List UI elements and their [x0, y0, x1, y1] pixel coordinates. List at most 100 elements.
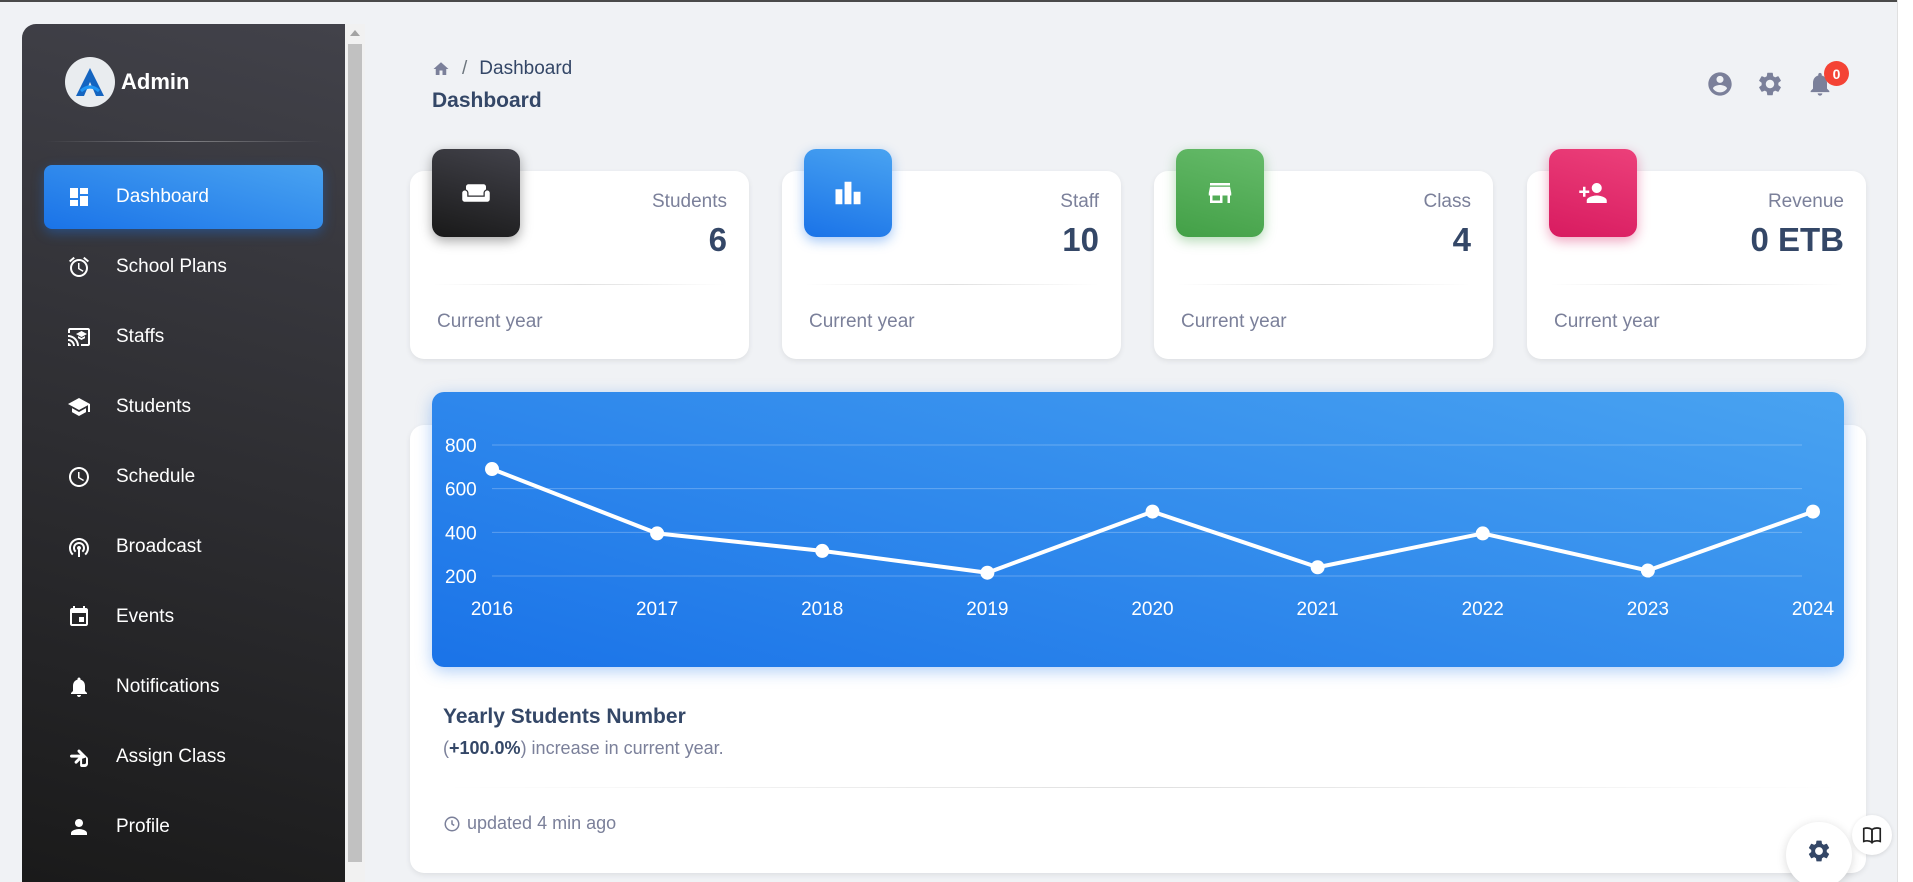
- data-point: [815, 543, 830, 558]
- sidebar-item-staffs[interactable]: Staffs: [44, 305, 323, 369]
- alarm-clock-icon: [66, 254, 92, 280]
- podcast-icon: [66, 534, 92, 560]
- breadcrumb-separator: /: [462, 58, 468, 79]
- sidebar-nav: Dashboard School Plans Staffs Students S…: [44, 165, 323, 865]
- data-point: [485, 462, 499, 477]
- notifications-bell-icon[interactable]: 0: [1806, 61, 1849, 98]
- sidebar-item-label: Students: [116, 396, 191, 417]
- series-line: [490, 467, 1815, 575]
- data-point: [1806, 504, 1820, 519]
- data-point: [650, 526, 665, 541]
- sidebar-item-dashboard[interactable]: Dashboard: [44, 165, 323, 229]
- person-add-icon: [1549, 149, 1637, 237]
- sidebar: Admin Dashboard School Plans Staffs Stud…: [22, 24, 345, 882]
- sidebar-item-schedule[interactable]: Schedule: [44, 445, 323, 509]
- sidebar-item-label: Dashboard: [116, 186, 209, 207]
- sidebar-item-broadcast[interactable]: Broadcast: [44, 515, 323, 579]
- book-icon: [1862, 827, 1882, 844]
- sidebar-item-assign-class[interactable]: Assign Class: [44, 725, 323, 789]
- settings-gear-icon[interactable]: [1756, 70, 1784, 98]
- store-icon: [1176, 149, 1264, 237]
- class-card: Class 4 Current year: [1154, 149, 1493, 359]
- x-tick-label: 2024: [1792, 599, 1835, 620]
- students-card: Students 6 Current year: [410, 149, 749, 359]
- scroll-up-arrow-icon[interactable]: [350, 30, 360, 36]
- card-value: 10: [1062, 221, 1099, 258]
- revenue-card: Revenue 0 ETB Current year: [1527, 149, 1866, 359]
- graduation-cap-icon: [66, 394, 92, 420]
- sidebar-item-students[interactable]: Students: [44, 375, 323, 439]
- sidebar-item-label: Broadcast: [116, 536, 202, 557]
- chart-title: Yearly Students Number: [443, 705, 686, 728]
- card-divider: [1176, 284, 1471, 285]
- bell-icon: [66, 674, 92, 700]
- card-label: Students: [652, 191, 727, 212]
- chart-updated-text: updated 4 min ago: [467, 813, 617, 833]
- y-tick-label: 800: [445, 436, 477, 457]
- sidebar-item-label: Notifications: [116, 676, 220, 697]
- account-icon[interactable]: [1706, 70, 1734, 98]
- brand[interactable]: Admin: [65, 57, 189, 107]
- x-tick-label: 2021: [1296, 599, 1338, 620]
- x-tick-label: 2019: [966, 599, 1008, 620]
- sidebar-item-label: Schedule: [116, 466, 196, 487]
- chart-subtitle-suffix: ) increase in current year.: [520, 738, 724, 758]
- notification-count-badge: 0: [1824, 61, 1849, 86]
- y-tick-label: 200: [445, 567, 477, 588]
- data-point: [1310, 560, 1325, 575]
- x-tick-label: 2016: [471, 599, 513, 620]
- x-tick-label: 2023: [1627, 599, 1669, 620]
- x-tick-label: 2020: [1131, 599, 1173, 620]
- breadcrumb-current: Dashboard: [479, 58, 573, 79]
- card-footer: Current year: [437, 311, 543, 332]
- settings-gear-icon: [1808, 840, 1830, 862]
- weekend-icon: [432, 149, 520, 237]
- x-tick-label: 2017: [636, 599, 678, 620]
- sidebar-item-school-plans[interactable]: School Plans: [44, 235, 323, 299]
- page-title: Dashboard: [432, 89, 542, 112]
- x-tick-label: 2022: [1462, 599, 1504, 620]
- scrollbar-thumb[interactable]: [348, 44, 362, 862]
- staff-card: Staff 10 Current year: [782, 149, 1121, 359]
- chart-subtitle-highlight: +100.0%: [449, 738, 521, 758]
- card-label: Revenue: [1767, 191, 1844, 212]
- page-scrollbar[interactable]: [1897, 0, 1913, 882]
- card-divider: [432, 284, 727, 285]
- card-value: 6: [708, 221, 727, 258]
- sidebar-item-notifications[interactable]: Notifications: [44, 655, 323, 719]
- data-point: [1475, 526, 1490, 541]
- card-divider: [804, 284, 1099, 285]
- calendar-event-icon: [66, 604, 92, 630]
- home-icon[interactable]: [432, 60, 450, 78]
- sidebar-item-label: Events: [116, 606, 175, 627]
- person-icon: [66, 814, 92, 840]
- clock-icon: [444, 816, 460, 831]
- sidebar-item-profile[interactable]: Profile: [44, 795, 323, 859]
- leaderboard-icon: [804, 149, 892, 237]
- card-label: Class: [1423, 191, 1471, 212]
- card-footer: Current year: [809, 311, 915, 332]
- cast-for-education-icon: [66, 324, 92, 350]
- card-divider: [1549, 284, 1844, 285]
- data-point: [1145, 504, 1160, 519]
- y-tick-label: 400: [445, 523, 477, 544]
- sidebar-item-events[interactable]: Events: [44, 585, 323, 649]
- chart-divider: [443, 787, 1843, 788]
- sidebar-item-label: Profile: [116, 816, 170, 837]
- y-tick-label: 600: [445, 480, 477, 501]
- clock-icon: [66, 464, 92, 490]
- reader-button[interactable]: [1852, 815, 1892, 855]
- chart-subtitle: (+100.0%) increase in current year.: [443, 738, 724, 759]
- header-actions: 0: [1706, 61, 1849, 98]
- card-footer: Current year: [1181, 311, 1287, 332]
- data-point: [980, 565, 995, 580]
- yearly-students-chart: 200 400 600 800 2016 2017 2018 2019 2020 2021 2022…: [432, 392, 1844, 667]
- card-label: Staff: [1060, 191, 1099, 212]
- sidebar-item-label: School Plans: [116, 256, 227, 277]
- brand-name: Admin: [121, 69, 190, 94]
- dashboard-icon: [66, 184, 92, 210]
- breadcrumb: / Dashboard: [432, 58, 572, 80]
- configurator-button[interactable]: [1786, 822, 1852, 882]
- brand-logo: [65, 57, 115, 107]
- sidebar-scrollbar[interactable]: [345, 24, 365, 882]
